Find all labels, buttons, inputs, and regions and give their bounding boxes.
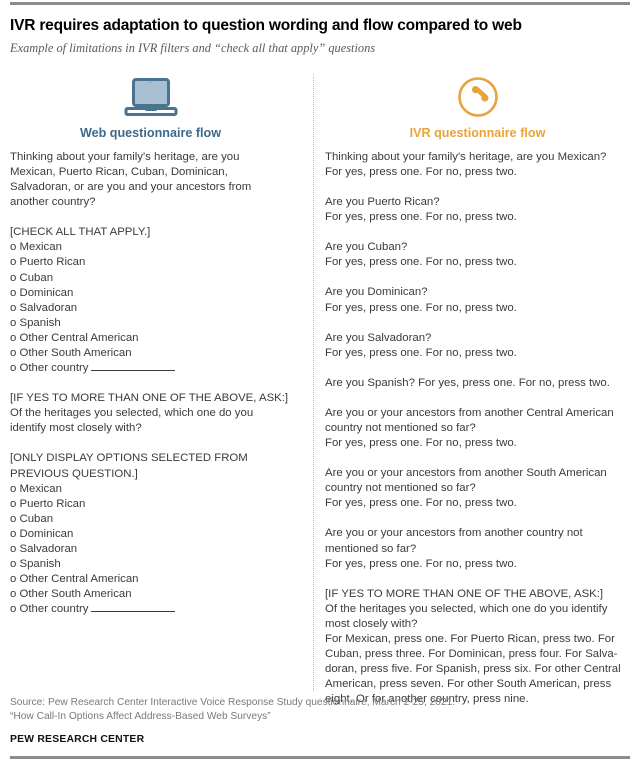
text-line: mentioned so far? [325,542,417,555]
text-line: American, press seven. For other South A… [325,678,612,691]
write-in-blank[interactable] [90,361,175,372]
text-line: Cuban, press three. For Dominican, press… [325,648,618,661]
text-line: Of the heritages you selected, which one… [10,407,254,420]
text-line: For yes, press one. For no, press two. [325,301,517,314]
top-rule [10,2,630,5]
text-line: country not mentioned so far? [325,422,476,434]
instruction-text: [CHECK ALL THAT APPLY.] [10,226,151,239]
list-item-label: o Other country [10,603,89,616]
text-line: Are you or your ancestors from another S… [325,467,607,480]
web-questionnaire-column: Web questionnaire flow Thinking about yo… [10,71,303,708]
comparison-columns: Web questionnaire flow Thinking about yo… [10,71,630,708]
ivr-block-salvadoran: Are you Salvadoran? For yes, press one. … [325,331,630,361]
page-title: IVR requires adaptation to question word… [10,17,522,34]
phone-handset-icon [325,71,630,119]
column-divider [313,73,314,691]
ivr-questionnaire-column: IVR questionnaire flow Thinking about yo… [303,71,630,708]
list-item[interactable]: o Dominican [10,527,291,542]
web-column-heading: Web questionnaire flow [79,125,222,140]
text-line: Mexican, Puerto Rican, Cuban, Dominican, [10,165,228,178]
ivr-block-dominican: Are you Dominican? For yes, press one. F… [325,285,630,315]
text-line: Salvadoran, or are you and your ancestor… [10,181,252,194]
list-item[interactable]: o Mexican [10,240,291,255]
ivr-block-puerto-rican: Are you Puerto Rican? For yes, press one… [325,195,630,225]
ivr-block-spanish: Are you Spanish? For yes, press one. For… [325,376,630,391]
web-block-intro-question: Thinking about your family's heritage, a… [10,150,291,210]
ivr-column-heading: IVR questionnaire flow [409,125,546,140]
infographic-page: IVR requires adaptation to question word… [0,2,640,764]
source-note-line-1: Source: Pew Research Center Interactive … [10,697,456,708]
list-item[interactable]: o Cuban [10,271,291,286]
ivr-block-other-central-american: Are you or your ancestors from another C… [325,406,630,451]
web-block-check-all-apply: [CHECK ALL THAT APPLY.] o Mexican o Puer… [10,225,291,376]
list-item[interactable]: o Dominican [10,286,291,301]
text-line: For yes, press one. For no, press two. [325,497,517,510]
text-line: country not mentioned so far? [325,482,476,495]
text-line: Are you Salvadoran? [325,331,432,344]
ivr-column-body: Thinking about your family's heritage, a… [325,150,630,708]
bottom-rule [10,756,630,759]
list-item[interactable]: o Other Central American [10,572,291,587]
web-block-followup-question: [IF YES TO MORE THAN ONE OF THE ABOVE, A… [10,391,291,436]
list-item[interactable]: o Cuban [10,512,291,527]
organization-name: PEW RESEARCH CENTER [10,734,145,745]
text-line: Are you Spanish? For yes, press one. For… [325,376,610,389]
source-note-line-2: “How Call-In Options Affect Address-Base… [10,711,271,722]
instruction-text: [IF YES TO MORE THAN ONE OF THE ABOVE, A… [10,392,289,405]
text-line: For yes, press one. For no, press two. [325,346,517,359]
text-line: For yes, press one. For no, press two. [325,557,517,570]
list-item[interactable]: o Salvadoran [10,301,291,316]
text-line: Thinking about your family's heritage, a… [325,150,607,163]
text-line: Thinking about your family's heritage, a… [10,150,240,163]
ivr-block-other-south-american: Are you or your ancestors from another S… [325,466,630,511]
ivr-block-other-country: Are you or your ancestors from another c… [325,526,630,571]
text-line: Are you Cuban? [325,241,408,254]
list-item[interactable]: o Other Central American [10,331,291,346]
text-line: Are you or your ancestors from another C… [325,406,614,419]
laptop-icon [10,71,291,119]
web-column-body: Thinking about your family's heritage, a… [10,150,291,618]
text-line: most closely with? [325,617,418,630]
list-item-other-country[interactable]: o Other country [10,361,291,376]
list-item[interactable]: o Spanish [10,316,291,331]
list-item[interactable]: o Other South American [10,587,291,602]
text-line: doran, press five. For Spanish, press si… [325,663,621,676]
list-item[interactable]: o Mexican [10,482,291,497]
text-line: Are you Puerto Rican? [325,196,440,209]
list-item[interactable]: o Puerto Rican [10,255,291,270]
text-line: For yes, press one. For no, press two. [325,211,517,224]
text-line: identify most closely with? [10,422,142,435]
ivr-block-mexican: Thinking about your family's heritage, a… [325,150,630,180]
instruction-text: [ONLY DISPLAY OPTIONS SELECTED FROM PREV… [10,452,248,480]
list-item[interactable]: o Salvadoran [10,542,291,557]
footer: Source: Pew Research Center Interactive … [10,696,630,764]
list-item-other-country[interactable]: o Other country [10,602,291,617]
instruction-text: [IF YES TO MORE THAN ONE OF THE ABOVE, A… [325,587,604,600]
list-item-label: o Other country [10,362,89,375]
text-line: For yes, press one. For no, press two. [325,165,517,178]
list-item[interactable]: o Puerto Rican [10,497,291,512]
text-line: Are you or your ancestors from another c… [325,527,583,540]
text-line: Of the heritages you selected, which one… [325,602,608,615]
text-line: For yes, press one. For no, press two. [325,437,517,450]
write-in-blank[interactable] [90,602,175,613]
page-subtitle: Example of limitations in IVR filters an… [10,41,376,56]
ivr-block-cuban: Are you Cuban? For yes, press one. For n… [325,240,630,270]
web-block-followup-options: [ONLY DISPLAY OPTIONS SELECTED FROM PREV… [10,451,291,617]
text-line: another country? [10,196,96,209]
list-item[interactable]: o Spanish [10,557,291,572]
text-line: For yes, press one. For no, press two. [325,256,517,269]
list-item[interactable]: o Other South American [10,346,291,361]
text-line: Are you Dominican? [325,286,428,299]
ivr-block-followup-question: [IF YES TO MORE THAN ONE OF THE ABOVE, A… [325,587,630,708]
text-line: For Mexican, press one. For Puerto Rican… [325,633,615,646]
